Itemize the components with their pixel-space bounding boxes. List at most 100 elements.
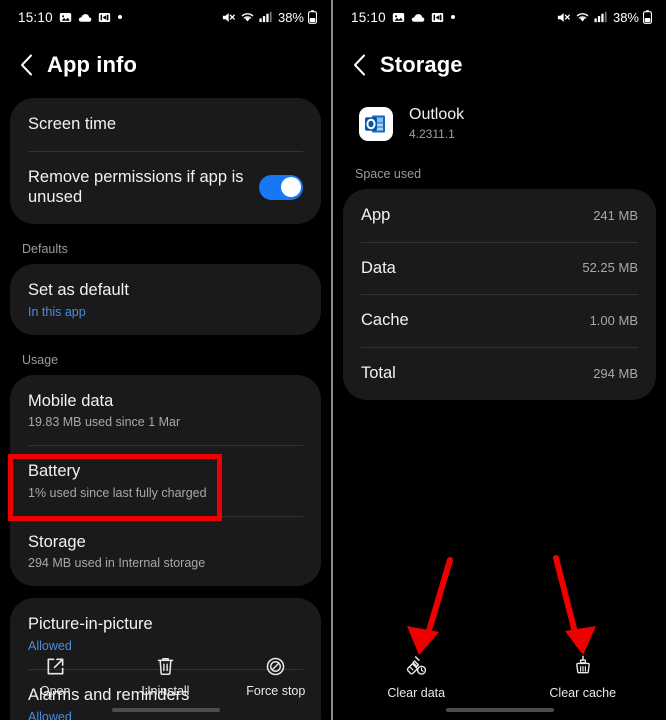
section-label-space-used: Space used bbox=[355, 167, 422, 181]
row-title: Storage bbox=[28, 532, 86, 551]
remove-permissions-toggle[interactable] bbox=[259, 174, 303, 200]
signal-icon bbox=[259, 11, 272, 23]
row-subtitle: Allowed bbox=[28, 639, 72, 653]
back-button[interactable] bbox=[20, 54, 33, 76]
bottom-action-label: Open bbox=[39, 684, 71, 698]
row-mobile-data[interactable]: Mobile data 19.83 MB used since 1 Mar bbox=[10, 375, 321, 446]
row-total-size: Total 294 MB bbox=[343, 346, 656, 400]
status-bar-right: 38% bbox=[557, 9, 653, 25]
mute-icon bbox=[222, 11, 236, 24]
section-label-usage: Usage bbox=[22, 352, 59, 367]
clear-data-button[interactable]: Clear data bbox=[333, 654, 500, 700]
app-version: 4.2311.1 bbox=[409, 127, 455, 141]
media-icon bbox=[431, 11, 444, 24]
space-row-label: App bbox=[361, 206, 391, 224]
action-label: Clear data bbox=[387, 686, 446, 700]
dual-screenshot-container: 15:10 38% App info Screen time Remove pe… bbox=[0, 0, 666, 720]
row-subtitle: 19.83 MB used since 1 Mar bbox=[28, 415, 181, 430]
action-label: Clear cache bbox=[549, 686, 617, 700]
arrow-to-clear-cache bbox=[553, 555, 596, 655]
cloud-upload-icon bbox=[411, 11, 425, 24]
circle-slash-icon bbox=[265, 656, 286, 677]
clear-cache-button[interactable]: Clear cache bbox=[500, 654, 666, 700]
battery-percent: 38% bbox=[612, 9, 639, 25]
space-row-label: Cache bbox=[361, 311, 409, 330]
arrow-to-clear-data bbox=[407, 557, 453, 655]
space-row-value: 52.25 MB bbox=[582, 260, 638, 276]
dot-icon bbox=[450, 14, 456, 20]
status-bar: 15:10 38% bbox=[333, 0, 666, 34]
signal-icon bbox=[594, 11, 607, 23]
app-info-title-bar: App info bbox=[0, 34, 331, 98]
defaults-card: Set as default In this app bbox=[10, 263, 321, 335]
outlook-app-icon bbox=[359, 106, 393, 141]
wifi-icon bbox=[240, 11, 255, 23]
image-icon bbox=[59, 11, 72, 24]
row-screen-time[interactable]: Screen time bbox=[10, 98, 321, 151]
storage-bottom-actions: Clear data Clear cache bbox=[333, 654, 666, 700]
force-stop-button[interactable]: Force stop bbox=[221, 656, 331, 698]
usage-card: Mobile data 19.83 MB used since 1 Mar Ba… bbox=[10, 374, 321, 587]
status-bar-right: 38% bbox=[222, 9, 318, 25]
toggle-knob bbox=[280, 177, 301, 198]
mute-icon bbox=[557, 11, 571, 24]
status-bar-left: 15:10 bbox=[18, 10, 123, 25]
space-row-value: 294 MB bbox=[593, 365, 638, 381]
row-title: Picture-in-picture bbox=[28, 615, 153, 634]
storage-title-bar: Storage bbox=[333, 34, 666, 98]
space-row-label: Data bbox=[361, 258, 396, 277]
media-icon bbox=[98, 11, 111, 24]
battery-percent: 38% bbox=[277, 9, 304, 25]
row-title: Remove permissions if app is unused bbox=[28, 167, 244, 207]
row-app-size: App 241 MB bbox=[343, 189, 656, 242]
dot-icon bbox=[117, 14, 123, 20]
cloud-upload-icon bbox=[78, 11, 92, 24]
external-link-icon bbox=[45, 656, 66, 677]
broom-clock-icon bbox=[404, 654, 428, 678]
app-header: Outlook 4.2311.1 bbox=[333, 98, 666, 161]
bottom-action-label: Uninstall bbox=[141, 684, 190, 698]
page-title: App info bbox=[47, 52, 137, 77]
page-title: Storage bbox=[380, 52, 463, 77]
back-button[interactable] bbox=[353, 54, 366, 76]
row-subtitle: 294 MB used in Internal storage bbox=[28, 556, 206, 571]
general-card: Screen time Remove permissions if app is… bbox=[10, 98, 321, 224]
trash-icon bbox=[156, 656, 175, 677]
wifi-icon bbox=[575, 11, 590, 23]
space-used-card: App 241 MB Data 52.25 MB Cache 1.00 MB T… bbox=[343, 189, 656, 400]
app-identity: Outlook 4.2311.1 bbox=[409, 106, 464, 141]
uninstall-button[interactable]: Uninstall bbox=[110, 656, 220, 698]
section-label-defaults: Defaults bbox=[22, 241, 68, 256]
status-bar: 15:10 38% bbox=[0, 0, 331, 34]
bottom-action-label: Force stop bbox=[246, 684, 306, 698]
status-time: 15:10 bbox=[351, 9, 386, 25]
app-info-screen: 15:10 38% App info Screen time Remove pe… bbox=[0, 0, 333, 720]
row-title: Set as default bbox=[28, 280, 129, 299]
image-icon bbox=[392, 11, 405, 24]
row-storage[interactable]: Storage 294 MB used in Internal storage bbox=[10, 515, 321, 587]
row-subtitle: 1% used since last fully charged bbox=[28, 485, 207, 500]
status-time: 15:10 bbox=[18, 9, 53, 25]
home-indicator[interactable] bbox=[111, 708, 220, 712]
space-row-value: 1.00 MB bbox=[589, 313, 638, 329]
row-battery[interactable]: Battery 1% used since last fully charged bbox=[10, 445, 321, 516]
row-title: Battery bbox=[28, 462, 81, 481]
row-title: Screen time bbox=[28, 115, 117, 133]
battery-icon bbox=[643, 10, 653, 24]
row-data-size: Data 52.25 MB bbox=[343, 241, 656, 295]
app-name: Outlook bbox=[409, 106, 465, 123]
battery-icon bbox=[308, 10, 318, 24]
status-bar-left: 15:10 bbox=[351, 10, 456, 25]
row-subtitle: In this app bbox=[28, 304, 86, 319]
row-set-as-default[interactable]: Set as default In this app bbox=[10, 264, 321, 335]
open-button[interactable]: Open bbox=[0, 656, 110, 698]
row-cache-size: Cache 1.00 MB bbox=[343, 294, 656, 347]
row-title: Mobile data bbox=[28, 391, 114, 410]
row-remove-permissions[interactable]: Remove permissions if app is unused bbox=[10, 150, 321, 224]
home-indicator[interactable] bbox=[445, 708, 554, 712]
broom-icon bbox=[571, 654, 595, 678]
space-row-label: Total bbox=[361, 363, 396, 382]
storage-screen: 15:10 38% Storage Outlook 4.2311.1 Space… bbox=[333, 0, 666, 720]
app-info-bottom-bar: Open Uninstall Force stop bbox=[0, 656, 331, 698]
space-row-value: 241 MB bbox=[593, 207, 638, 223]
